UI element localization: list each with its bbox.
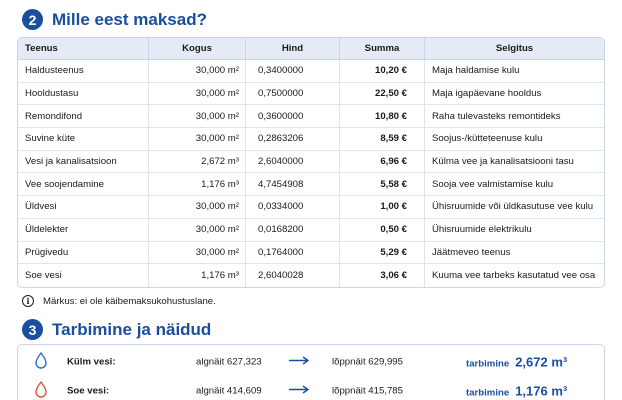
cell-quantity: 30,000 m² — [149, 218, 246, 242]
section-title: Mille eest maksad? — [52, 9, 207, 29]
cell-service: Prügivedu — [18, 241, 149, 265]
cell-price: 0,0334000 — [246, 196, 340, 219]
meter-label: Soe vesi: — [67, 385, 110, 397]
cell-description: Ühisruumide elektrikulu — [425, 219, 604, 242]
note-text: Märkus: ei ole käibemaksukohustuslane. — [43, 295, 216, 307]
meter-start-reading: algnäit 414,609 — [196, 385, 262, 397]
meter-start-reading: algnäit 627,323 — [196, 356, 262, 368]
cell-sum: 0,50 € — [340, 218, 425, 242]
cell-quantity: 30,000 m² — [149, 60, 246, 83]
cell-price: 0,7500000 — [246, 82, 340, 106]
cell-price: 2,6040000 — [246, 150, 340, 174]
cell-price: 0,1764000 — [246, 241, 340, 265]
cell-service: Üldvesi — [18, 196, 149, 219]
cell-quantity: 30,000 m² — [149, 105, 246, 129]
meter-consumption: tarbimine 2,672 m³ — [466, 355, 567, 370]
cell-service: Haldusteenus — [18, 60, 149, 83]
cell-quantity: 30,000 m² — [149, 82, 246, 106]
cell-sum: 3,06 € — [340, 264, 425, 287]
cell-sum: 6,96 € — [340, 150, 425, 174]
water-drop-icon — [35, 380, 47, 400]
arrow-right-icon — [288, 356, 310, 369]
cell-price: 0,3400000 — [246, 60, 340, 83]
arrow-right-icon — [288, 385, 310, 398]
cell-quantity: 30,000 m² — [149, 196, 246, 219]
cell-price: 4,7454908 — [246, 173, 340, 197]
table-header-row: Teenus Kogus Hind Summa Selgitus — [18, 38, 604, 60]
meter-consumption: tarbimine 1,176 m³ — [466, 384, 567, 399]
consumption-value: 1,176 m³ — [515, 383, 568, 399]
table-row: Suvine küte 30,000 m² 0,2863206 8,59 € S… — [18, 128, 604, 151]
cell-service: Suvine küte — [18, 128, 149, 151]
cell-sum: 10,20 € — [340, 60, 425, 83]
column-header-sum: Summa — [340, 38, 425, 60]
cell-quantity: 30,000 m² — [149, 241, 246, 265]
consumption-value: 2,672 m³ — [515, 354, 568, 370]
info-icon: i — [22, 295, 34, 307]
cell-description: Kuuma vee tarbeks kasutatud vee osa — [432, 270, 596, 282]
cell-service: Soe vesi — [18, 264, 149, 287]
table-row: Soe vesi 1,176 m³ 2,6040028 3,06 € Kuuma… — [18, 264, 604, 287]
table-row: Vesi ja kanalisatsioon 2,672 m³ 2,604000… — [18, 150, 604, 174]
table-row: Hooldustasu 30,000 m² 0,7500000 22,50 € … — [18, 82, 604, 106]
cell-price: 0,2863206 — [246, 128, 340, 151]
cell-description: Jäätmeveo teenus — [425, 242, 604, 265]
cell-quantity: 1,176 m³ — [149, 173, 246, 197]
cell-sum: 5,58 € — [340, 173, 425, 197]
section-2-heading: 2 Mille eest maksad? — [22, 9, 207, 30]
cell-sum: 8,59 € — [340, 128, 425, 151]
cell-price: 0,0168200 — [246, 218, 340, 242]
cell-description: Maja igapäevane hooldus — [425, 83, 604, 106]
cell-service: Hooldustasu — [18, 82, 149, 106]
column-header-service: Teenus — [18, 38, 149, 60]
vat-note: i Märkus: ei ole käibemaksukohustuslane. — [22, 295, 216, 307]
cell-service: Vesi ja kanalisatsioon — [18, 150, 149, 174]
meter-row-hot-water: Soe vesi: algnäit 414,609 lõppnäit 415,7… — [18, 377, 604, 400]
section-title: Tarbimine ja näidud — [52, 319, 212, 339]
cost-table: Teenus Kogus Hind Summa Selgitus Haldust… — [17, 37, 605, 288]
column-header-price: Hind — [246, 38, 340, 60]
table-row: Prügivedu 30,000 m² 0,1764000 5,29 € Jää… — [18, 241, 604, 265]
table-row: Üldvesi 30,000 m² 0,0334000 1,00 € Ühisr… — [18, 196, 604, 219]
cell-sum: 5,29 € — [340, 241, 425, 265]
section-number-badge: 3 — [22, 319, 43, 340]
table-row: Vee soojendamine 1,176 m³ 4,7454908 5,58… — [18, 173, 604, 197]
meter-row-cold-water: Külm vesi: algnäit 627,323 lõppnäit 629,… — [18, 348, 604, 376]
cell-description: Raha tulevasteks remontideks — [425, 105, 604, 129]
cell-quantity: 30,000 m² — [149, 128, 246, 151]
cell-sum: 10,80 € — [340, 105, 425, 129]
cell-description: Soojus-/kütteteenuse kulu — [425, 128, 604, 151]
consumption-label: tarbimine — [466, 387, 510, 399]
meter-label: Külm vesi: — [67, 356, 116, 368]
cell-sum: 1,00 € — [340, 196, 425, 219]
cell-description: Ühisruumide või üldkasutuse vee kulu — [425, 196, 604, 219]
cell-quantity: 2,672 m³ — [149, 150, 246, 174]
table-row: Haldusteenus 30,000 m² 0,3400000 10,20 €… — [18, 60, 604, 83]
meter-end-reading: lõppnäit 629,995 — [332, 356, 403, 368]
cell-sum: 22,50 € — [340, 82, 425, 106]
column-header-description: Selgitus — [425, 38, 604, 60]
section-3-heading: 3 Tarbimine ja näidud — [22, 319, 211, 340]
meter-readings-panel: Külm vesi: algnäit 627,323 lõppnäit 629,… — [17, 344, 605, 400]
cell-service: Vee soojendamine — [18, 173, 149, 197]
cell-price: 0,3600000 — [246, 105, 340, 129]
consumption-label: tarbimine — [466, 358, 510, 370]
section-number-badge: 2 — [22, 9, 43, 30]
cell-description: Maja haldamise kulu — [425, 60, 604, 83]
column-header-quantity: Kogus — [149, 38, 246, 60]
cell-quantity: 1,176 m³ — [149, 264, 246, 287]
cell-service: Remondifond — [18, 105, 149, 129]
cell-description: Sooja vee valmistamise kulu — [425, 173, 604, 197]
water-drop-icon — [35, 351, 47, 372]
meter-end-reading: lõppnäit 415,785 — [332, 385, 403, 397]
table-row: Üldelekter 30,000 m² 0,0168200 0,50 € Üh… — [18, 218, 604, 242]
table-row: Remondifond 30,000 m² 0,3600000 10,80 € … — [18, 105, 604, 129]
cell-description: Külma vee ja kanalisatsiooni tasu — [425, 151, 604, 174]
cell-price: 2,6040028 — [246, 264, 340, 287]
cell-service: Üldelekter — [18, 218, 149, 242]
